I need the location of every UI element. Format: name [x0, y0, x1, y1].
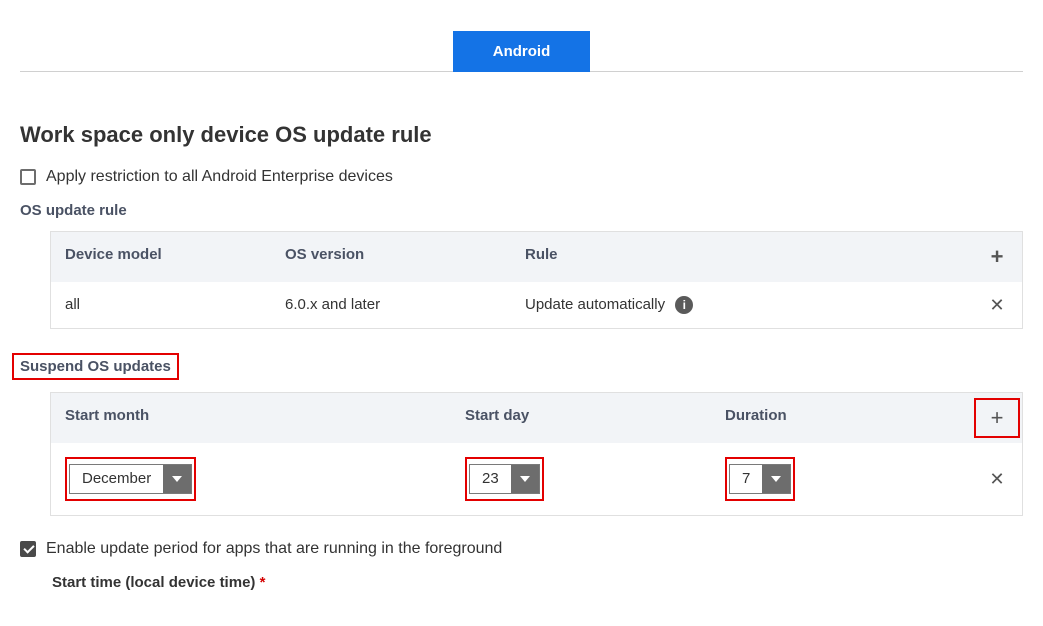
- apply-restriction-checkbox[interactable]: [20, 169, 36, 185]
- start-day-highlight: 23: [465, 457, 544, 501]
- tab-android[interactable]: Android: [453, 31, 591, 72]
- enable-update-period-checkbox[interactable]: [20, 541, 36, 557]
- plus-icon: +: [991, 246, 1004, 268]
- suspend-table: Start month Start day Duration + Decembe…: [50, 392, 1023, 516]
- table-header-row: Start month Start day Duration +: [51, 393, 1022, 443]
- col-header-start-month: Start month: [51, 393, 451, 443]
- table-row: December 23: [51, 443, 1022, 515]
- col-header-duration: Duration: [711, 393, 972, 443]
- start-time-label-row: Start time (local device time) *: [52, 574, 1023, 591]
- start-month-dropdown[interactable]: December: [69, 464, 192, 494]
- duration-highlight: 7: [725, 457, 795, 501]
- chevron-down-icon: [511, 465, 539, 493]
- required-marker: *: [260, 574, 266, 591]
- close-icon: ✕: [989, 470, 1004, 488]
- add-rule-button[interactable]: +: [972, 232, 1022, 282]
- section-title: Work space only device OS update rule: [20, 122, 1023, 148]
- info-icon[interactable]: i: [675, 296, 693, 314]
- close-icon: ✕: [989, 296, 1004, 314]
- add-suspend-button-highlight: +: [974, 398, 1020, 438]
- add-suspend-button[interactable]: +: [991, 407, 1004, 429]
- start-month-value: December: [70, 465, 163, 493]
- cell-device-model: all: [51, 282, 271, 328]
- chevron-down-icon: [163, 465, 191, 493]
- start-time-label: Start time (local device time): [52, 574, 255, 591]
- col-header-os-version: OS version: [271, 232, 511, 282]
- remove-rule-button[interactable]: ✕: [972, 282, 1022, 328]
- duration-dropdown[interactable]: 7: [729, 464, 791, 494]
- start-day-value: 23: [470, 465, 511, 493]
- cell-rule: Update automatically i: [511, 282, 972, 328]
- apply-restriction-label: Apply restriction to all Android Enterpr…: [46, 168, 393, 186]
- tab-bar: Android: [20, 30, 1023, 72]
- chevron-down-icon: [762, 465, 790, 493]
- os-update-rule-table: Device model OS version Rule + all 6.0.x…: [50, 231, 1023, 329]
- suspend-heading-highlight: Suspend OS updates: [12, 353, 179, 380]
- suspend-os-updates-heading: Suspend OS updates: [20, 358, 171, 375]
- table-row: all 6.0.x and later Update automatically…: [51, 282, 1022, 328]
- enable-update-period-row: Enable update period for apps that are r…: [20, 540, 1023, 558]
- enable-update-period-label: Enable update period for apps that are r…: [46, 540, 502, 558]
- col-header-rule: Rule: [511, 232, 972, 282]
- remove-suspend-button[interactable]: ✕: [972, 443, 1022, 515]
- start-day-dropdown[interactable]: 23: [469, 464, 540, 494]
- col-header-start-day: Start day: [451, 393, 711, 443]
- start-month-highlight: December: [65, 457, 196, 501]
- os-update-rule-heading: OS update rule: [20, 202, 1023, 219]
- cell-rule-text: Update automatically: [525, 296, 665, 313]
- col-header-device-model: Device model: [51, 232, 271, 282]
- apply-restriction-row: Apply restriction to all Android Enterpr…: [20, 168, 1023, 186]
- cell-os-version: 6.0.x and later: [271, 282, 511, 328]
- duration-value: 7: [730, 465, 762, 493]
- table-header-row: Device model OS version Rule +: [51, 232, 1022, 282]
